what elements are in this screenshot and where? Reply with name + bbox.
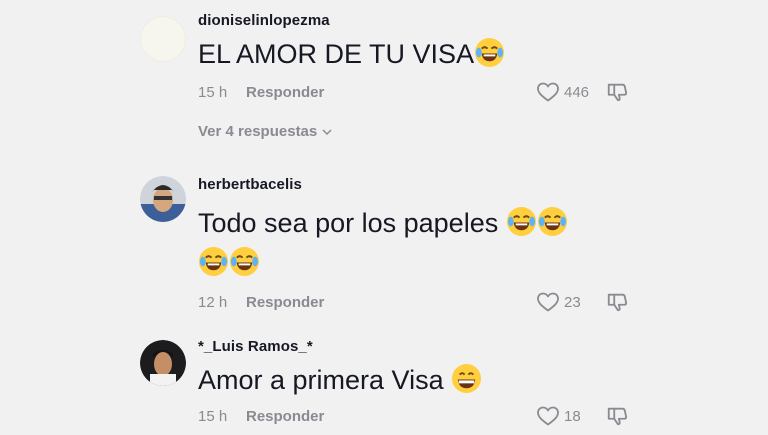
comment-actions: 23 bbox=[536, 290, 628, 314]
like-button[interactable]: 23 bbox=[536, 290, 594, 314]
comment-meta: 15 h Responder 18 bbox=[198, 405, 640, 427]
comment-time: 15 h bbox=[198, 407, 228, 425]
comment-text: Todo sea por los papeles bbox=[198, 203, 640, 283]
comment-time: 15 h bbox=[198, 83, 228, 101]
grinning-emoji-icon bbox=[452, 363, 482, 394]
comment-meta: 15 h Responder 446 bbox=[198, 81, 640, 103]
like-button[interactable]: 446 bbox=[536, 80, 594, 104]
comment-actions: 18 bbox=[536, 404, 628, 428]
view-replies-button[interactable]: Ver 4 respuestas bbox=[198, 123, 640, 140]
comment-username[interactable]: herbertbacelis bbox=[198, 176, 640, 193]
comment-body: *_Luis Ramos_* Amor a primera Visa 15 h … bbox=[198, 338, 640, 427]
comment-body: dioniselinlopezma EL AMOR DE TU VISA 15 … bbox=[198, 12, 640, 140]
thumbs-down-icon[interactable] bbox=[606, 291, 628, 313]
laughing-tears-emoji-icon bbox=[537, 206, 567, 237]
comment-text-content: Todo sea por los papeles bbox=[198, 208, 499, 238]
comment-text-content: EL AMOR DE TU VISA bbox=[198, 39, 475, 69]
laughing-tears-emoji-icon bbox=[198, 246, 229, 277]
heart-icon bbox=[537, 406, 559, 426]
comment-text-content: Amor a primera Visa bbox=[198, 365, 444, 395]
comment-time: 12 h bbox=[198, 293, 228, 311]
like-count: 18 bbox=[564, 407, 581, 425]
avatar[interactable] bbox=[140, 176, 186, 222]
comment-actions: 446 bbox=[536, 80, 628, 104]
comment-text: EL AMOR DE TU VISA bbox=[198, 37, 640, 71]
reply-button[interactable]: Responder bbox=[246, 294, 324, 311]
comment-item: herbertbacelis Todo sea por los papeles … bbox=[140, 170, 640, 313]
reply-button[interactable]: Responder bbox=[246, 84, 324, 101]
heart-icon bbox=[537, 292, 559, 312]
comment-body: herbertbacelis Todo sea por los papeles … bbox=[198, 176, 640, 313]
chevron-down-icon bbox=[322, 128, 332, 135]
laughing-tears-emoji-icon bbox=[506, 206, 536, 237]
laughing-tears-emoji-icon bbox=[229, 246, 260, 277]
avatar[interactable] bbox=[140, 16, 186, 62]
thumbs-down-icon[interactable] bbox=[606, 405, 628, 427]
comments-panel: dioniselinlopezma EL AMOR DE TU VISA 15 … bbox=[0, 0, 768, 435]
comment-item: dioniselinlopezma EL AMOR DE TU VISA 15 … bbox=[140, 10, 640, 150]
comment-username[interactable]: dioniselinlopezma bbox=[198, 12, 640, 29]
comment-text: Amor a primera Visa bbox=[198, 363, 640, 397]
comment-username[interactable]: *_Luis Ramos_* bbox=[198, 338, 640, 355]
reply-button[interactable]: Responder bbox=[246, 408, 324, 425]
like-button[interactable]: 18 bbox=[536, 404, 594, 428]
heart-icon bbox=[537, 82, 559, 102]
like-count: 23 bbox=[564, 293, 581, 311]
like-count: 446 bbox=[564, 83, 590, 101]
laughing-tears-emoji-icon bbox=[475, 37, 505, 68]
comment-meta: 12 h Responder 23 bbox=[198, 291, 640, 313]
avatar[interactable] bbox=[140, 340, 186, 386]
comment-item: *_Luis Ramos_* Amor a primera Visa 15 h … bbox=[140, 336, 640, 435]
view-replies-label: Ver 4 respuestas bbox=[198, 123, 318, 140]
thumbs-down-icon[interactable] bbox=[606, 81, 628, 103]
